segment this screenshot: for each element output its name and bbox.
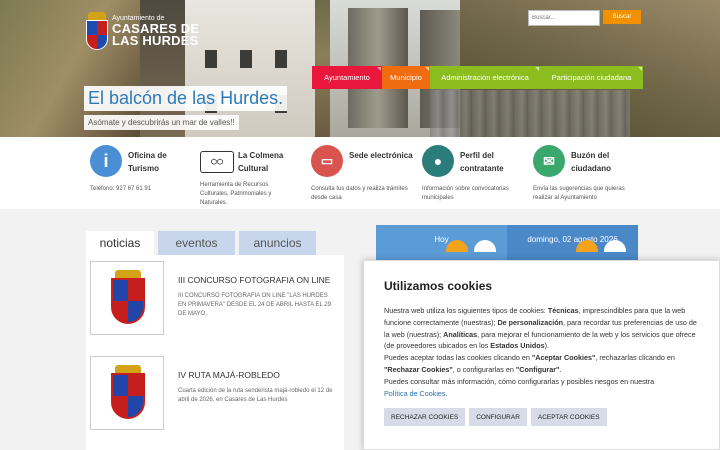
main-nav: Ayuntamiento Municipio Administración el… <box>312 66 643 89</box>
tab-noticias[interactable]: noticias <box>86 231 154 255</box>
news-title[interactable]: III CONCURSO FOTOGRAFIA ON LINE <box>178 275 330 285</box>
services-bar: i Oficina de Turismo Teléfono: 927 67 61… <box>0 137 720 209</box>
person-icon: ● <box>422 145 454 177</box>
reject-cookies-button[interactable]: RECHAZAR COOKIES <box>384 408 466 426</box>
hero-title: El balcón de las Hurdes. <box>84 86 288 111</box>
news-desc: III CONCURSO FOTOGRAFIA ON LINE "LAS HUR… <box>178 293 331 317</box>
site-logo[interactable]: Ayuntamiento de CASARES DE LAS HURDES <box>86 12 199 50</box>
folder-icon: ▭ <box>311 145 343 177</box>
logo-line3: LAS HURDES <box>112 33 199 48</box>
coat-of-arms-thumbnail <box>90 261 164 335</box>
news-list: III CONCURSO FOTOGRAFIA ON LINE III CONC… <box>86 255 344 450</box>
cookie-buttons: RECHAZAR COOKIES CONFIGURAR ACEPTAR COOK… <box>384 408 607 426</box>
mail-icon: ✉ <box>533 145 565 177</box>
nav-ayuntamiento[interactable]: Ayuntamiento <box>312 66 382 89</box>
nav-administracion-electronica[interactable]: Administración electrónica <box>430 66 540 89</box>
coat-of-arms-icon <box>86 12 108 50</box>
search-input[interactable] <box>528 10 600 26</box>
coat-of-arms-thumbnail <box>90 356 164 430</box>
cookie-title: Utilizamos cookies <box>384 279 493 293</box>
configure-cookies-button[interactable]: CONFIGURAR <box>469 408 527 426</box>
nav-participacion-ciudadana[interactable]: Participación ciudadana <box>540 66 643 89</box>
cookie-policy-link[interactable]: Política de Cookies <box>384 389 446 398</box>
news-desc: Cuarta edición de la ruta senderista maj… <box>178 388 333 403</box>
accept-cookies-button[interactable]: ACEPTAR COOKIES <box>530 408 607 426</box>
news-tabs: noticias eventos anuncios <box>86 231 316 255</box>
news-title[interactable]: IV RUTA MAJÁ-ROBLEDO <box>178 370 280 380</box>
colmena-logo-icon: ⬡⬡ <box>200 151 234 173</box>
search-bar: Buscar <box>528 10 641 26</box>
tab-anuncios[interactable]: anuncios <box>239 231 316 255</box>
search-button[interactable]: Buscar <box>603 10 641 24</box>
cookie-banner: Utilizamos cookies Nuestra web utiliza l… <box>363 260 720 450</box>
cookie-text: Nuestra web utiliza los siguientes tipos… <box>384 306 697 398</box>
tab-eventos[interactable]: eventos <box>158 231 235 255</box>
nav-municipio[interactable]: Municipio <box>382 66 430 89</box>
hero-subtitle: Asómate y descubrirás un mar de valles!! <box>84 115 239 130</box>
info-icon: i <box>90 145 122 177</box>
calendar-widget: Hoy domingo, 02 agosto 2026 <box>376 225 638 261</box>
